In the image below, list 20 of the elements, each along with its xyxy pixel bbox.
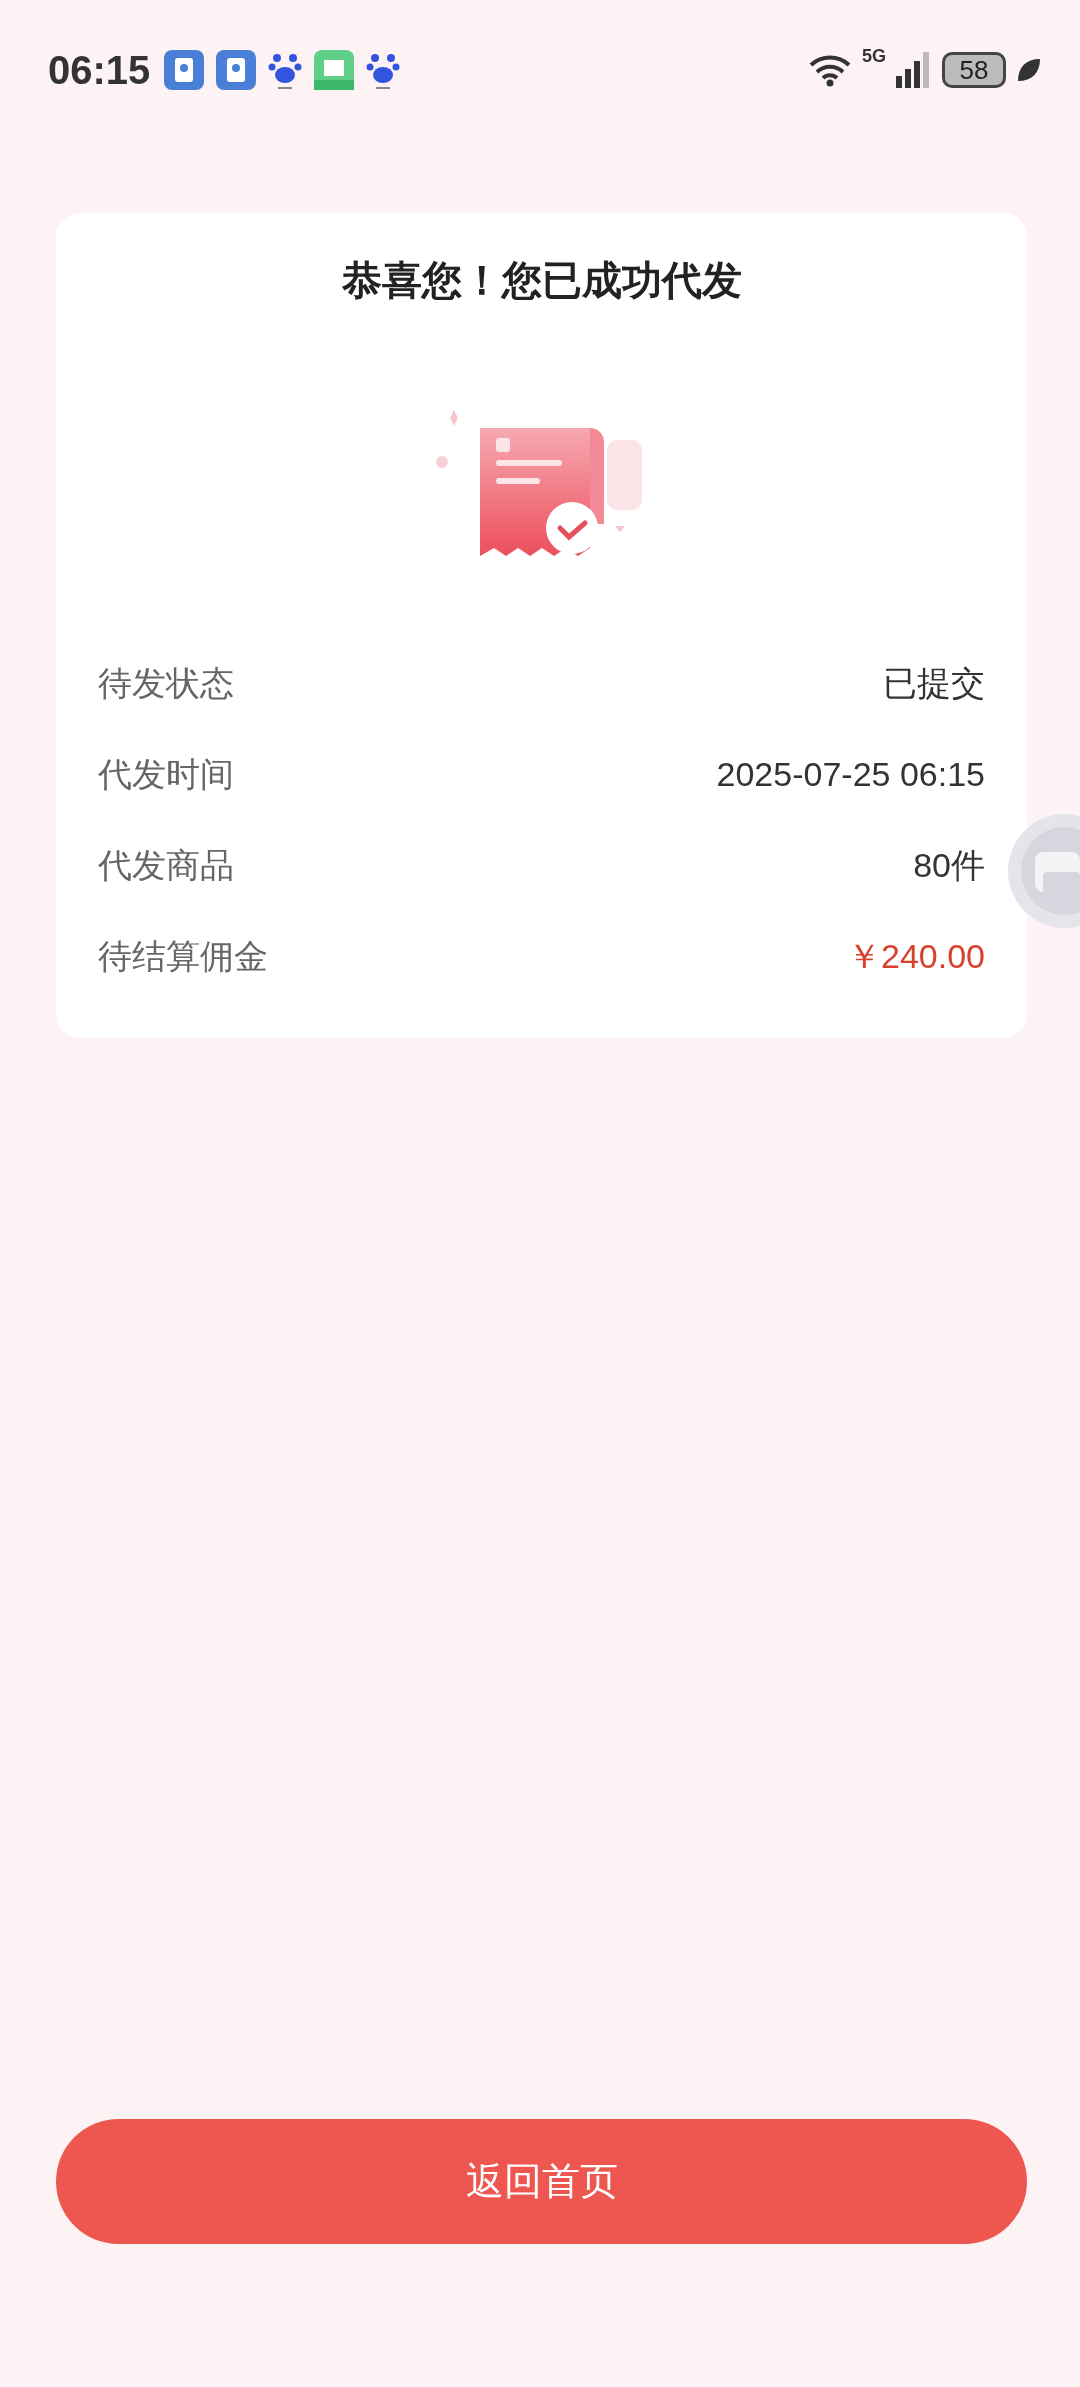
battery-indicator: 58 (942, 52, 1006, 88)
app-icon (164, 50, 205, 90)
card-title: 恭喜您！您已成功代发 (340, 257, 743, 304)
clock: 06:15 (48, 47, 151, 93)
row-value: 已提交 (883, 662, 985, 704)
network-label: 5G (862, 46, 886, 67)
row-label: 代发商品 (98, 844, 234, 886)
commission-amount: ￥240.00 (847, 935, 985, 977)
row-value: 80件 (913, 844, 985, 886)
row-label: 待结算佣金 (98, 935, 268, 977)
wifi-icon (808, 53, 852, 87)
row-label: 代发时间 (98, 753, 234, 795)
row-value: 2025-07-25 06:15 (716, 755, 985, 794)
home-button[interactable]: 返回首页 (56, 2119, 1027, 2244)
leaf-icon (1016, 57, 1042, 83)
app-icon (314, 50, 355, 90)
printer-button[interactable] (1005, 812, 1080, 930)
row-label: 待发状态 (98, 662, 234, 704)
signal-icon (896, 52, 932, 88)
app-icon (216, 50, 257, 90)
